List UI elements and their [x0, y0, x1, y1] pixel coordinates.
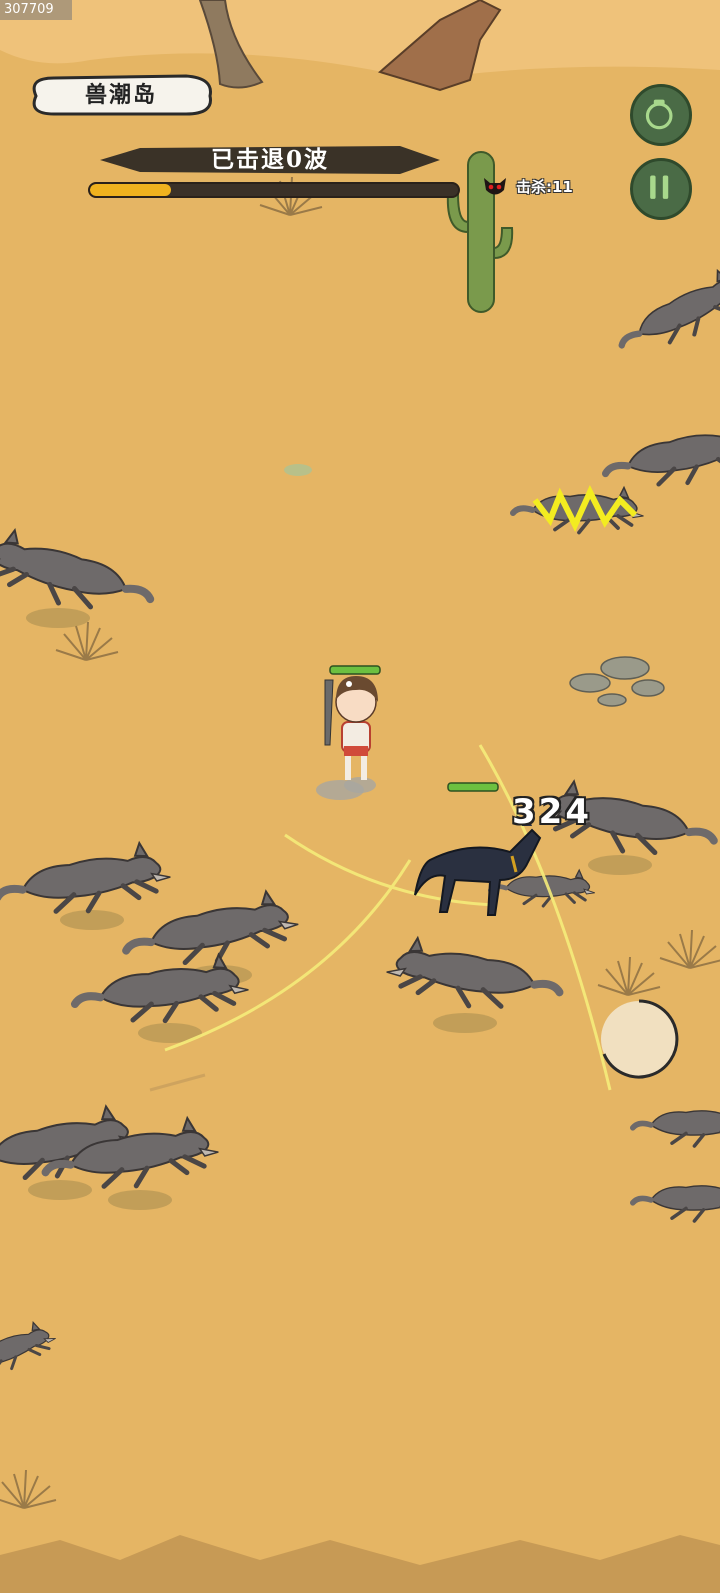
pause-icon — [650, 175, 669, 199]
game-scene[interactable] — [0, 0, 720, 1593]
demon-skull-icon — [484, 178, 506, 195]
kill-counter: 击杀:11 — [516, 178, 573, 196]
pet-health-bar — [447, 782, 499, 792]
wave-counter: 已击退0波 — [210, 146, 329, 173]
build-id-label: 307709 — [0, 0, 72, 20]
player-health-bar — [329, 665, 381, 675]
pebble — [284, 464, 312, 476]
pause-button[interactable] — [630, 158, 692, 220]
skill-joystick-button[interactable] — [596, 996, 682, 1082]
damage-number: 324 — [512, 792, 592, 832]
potion-bottle-icon — [645, 99, 673, 130]
skill-joystick-icon — [601, 999, 679, 1079]
potion-button[interactable] — [630, 84, 692, 146]
wave-progress-fill — [90, 184, 171, 196]
wave-progress-bar — [88, 182, 460, 198]
map-name: 兽潮岛 — [84, 82, 157, 108]
